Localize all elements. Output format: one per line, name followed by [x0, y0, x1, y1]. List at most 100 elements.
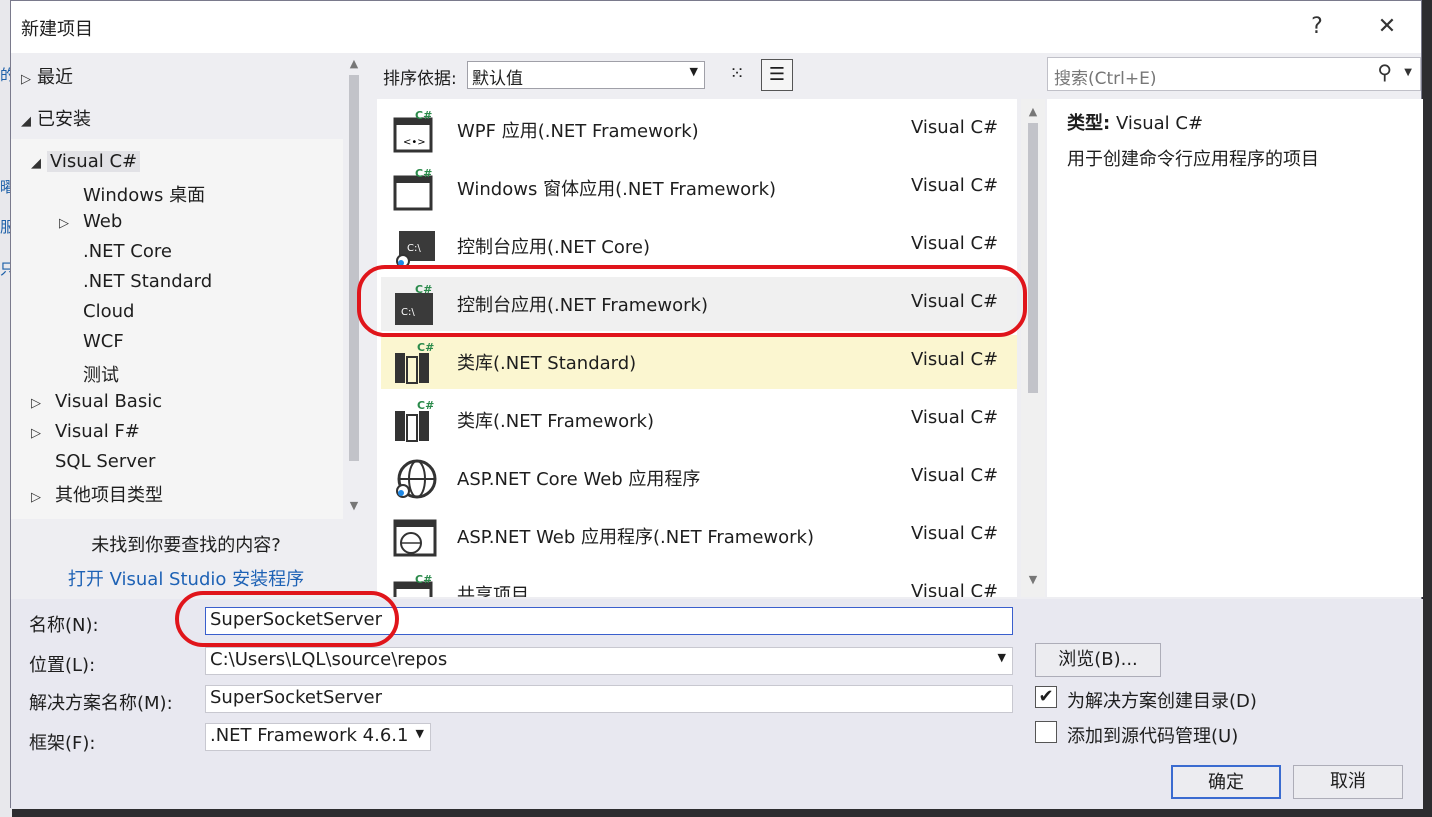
- tree-item-visual-basic[interactable]: ▷ Visual Basic: [31, 391, 162, 412]
- template-aspnet-core-web[interactable]: ASP.NET Core Web 应用程序 Visual C#: [381, 451, 1017, 505]
- template-name: 类库(.NET Framework): [457, 411, 654, 432]
- grid-view-icon[interactable]: ⁙: [721, 59, 753, 91]
- tree-item-web[interactable]: ▷ Web: [59, 211, 122, 232]
- template-name: Windows 窗体应用(.NET Framework): [457, 179, 777, 200]
- svg-text:C#: C#: [417, 341, 434, 354]
- tree-item-visual-fsharp[interactable]: ▷ Visual F#: [31, 421, 140, 442]
- expand-arrow-icon: ▷: [31, 490, 41, 505]
- tree-item-cloud[interactable]: Cloud: [83, 301, 134, 322]
- svg-text:C#: C#: [415, 167, 432, 180]
- console-core-icon: C:\: [396, 231, 435, 268]
- web-globe-icon: [393, 519, 437, 557]
- collapse-arrow-icon: ◢: [31, 156, 41, 171]
- expand-arrow-icon: ▷: [21, 72, 31, 87]
- template-class-library-framework[interactable]: C# 类库(.NET Framework) Visual C#: [381, 393, 1017, 447]
- template-name: 共享项目: [457, 585, 529, 597]
- close-button[interactable]: ✕: [1367, 11, 1407, 43]
- scrollbar-thumb[interactable]: [349, 75, 359, 461]
- sort-select[interactable]: 默认值 ▼: [467, 61, 705, 89]
- expand-arrow-icon: ▷: [31, 426, 41, 441]
- template-aspnet-web-framework[interactable]: ASP.NET Web 应用程序(.NET Framework) Visual …: [381, 509, 1017, 563]
- not-found-text: 未找到你要查找的内容?: [91, 535, 281, 556]
- tree-item-visual-csharp[interactable]: ◢ Visual C#: [31, 151, 141, 172]
- template-class-library-standard[interactable]: C# 类库(.NET Standard) Visual C#: [381, 335, 1017, 389]
- detail-description: 用于创建命令行应用程序的项目: [1067, 149, 1319, 170]
- help-button[interactable]: ?: [1297, 11, 1337, 43]
- svg-text:C#: C#: [415, 573, 432, 586]
- chevron-down-icon: ▼: [997, 651, 1006, 664]
- template-lang: Visual C#: [911, 465, 999, 486]
- framework-label: 框架(F):: [29, 733, 96, 754]
- svg-text:C:\: C:\: [407, 243, 421, 254]
- list-view-icon[interactable]: ☰: [761, 59, 793, 91]
- tree-item-net-standard[interactable]: .NET Standard: [83, 271, 212, 292]
- search-input[interactable]: 搜索(Ctrl+E): [1054, 64, 1157, 89]
- cancel-button[interactable]: 取消: [1293, 765, 1403, 799]
- template-name: 类库(.NET Standard): [457, 353, 637, 374]
- expand-arrow-icon: ▷: [59, 216, 69, 231]
- svg-text:<•>: <•>: [403, 137, 426, 148]
- add-source-control-checkbox[interactable]: [1035, 721, 1057, 743]
- template-name: ASP.NET Web 应用程序(.NET Framework): [457, 527, 814, 548]
- template-name: 控制台应用(.NET Core): [457, 237, 650, 258]
- tree-item-test[interactable]: 测试: [83, 361, 119, 387]
- tree-item-net-core[interactable]: .NET Core: [83, 241, 172, 262]
- tree-item-wcf[interactable]: WCF: [83, 331, 124, 352]
- template-wpf-app[interactable]: C# <•> WPF 应用(.NET Framework) Visual C#: [381, 103, 1017, 157]
- tree-item-windows-desktop[interactable]: Windows 桌面: [83, 181, 205, 207]
- search-box[interactable]: 搜索(Ctrl+E) ⚲ ▼: [1047, 57, 1421, 91]
- tree-item-other-project-types[interactable]: ▷ 其他项目类型: [31, 481, 163, 507]
- scroll-down-icon[interactable]: ▼: [344, 499, 364, 512]
- chevron-down-icon: ▼: [415, 727, 424, 740]
- template-shared-project[interactable]: C# 共享项目 Visual C#: [381, 567, 1017, 597]
- solution-name-field[interactable]: SuperSocketServer: [205, 685, 1013, 713]
- installed-tree: ◢ Visual C# Windows 桌面 ▷ Web .NET Core .NE…: [11, 139, 343, 519]
- class-library-icon: C#: [395, 341, 434, 384]
- dialog-title: 新建项目: [21, 19, 93, 40]
- scrollbar-thumb[interactable]: [1028, 123, 1038, 393]
- create-directory-checkbox[interactable]: ✔: [1035, 686, 1057, 708]
- scroll-up-icon[interactable]: ▲: [1023, 105, 1043, 118]
- template-lang: Visual C#: [911, 407, 999, 428]
- detail-type: 类型: Visual C#: [1067, 113, 1204, 134]
- template-lang: Visual C#: [911, 175, 999, 196]
- template-lang: Visual C#: [911, 581, 999, 597]
- details-pane: 类型: Visual C# 用于创建命令行应用程序的项目: [1047, 99, 1423, 597]
- class-library-icon: C#: [395, 399, 434, 442]
- solution-name-label: 解决方案名称(M):: [29, 693, 173, 714]
- template-name: WPF 应用(.NET Framework): [457, 121, 699, 142]
- scroll-up-icon[interactable]: ▲: [344, 57, 364, 70]
- chevron-down-icon[interactable]: ▼: [1404, 67, 1412, 78]
- location-field[interactable]: C:\Users\LQL\source\repos ▼: [205, 647, 1013, 675]
- browse-button[interactable]: 浏览(B)...: [1035, 643, 1161, 677]
- framework-select[interactable]: .NET Framework 4.6.1 ▼: [205, 723, 431, 751]
- tree-item-sql-server[interactable]: SQL Server: [55, 451, 155, 472]
- template-scrollbar[interactable]: ▲ ▼: [1021, 99, 1045, 597]
- template-lang: Visual C#: [911, 349, 999, 370]
- expand-arrow-icon: ▷: [31, 396, 41, 411]
- location-label: 位置(L):: [29, 655, 96, 676]
- highlight-project-name: [175, 591, 399, 647]
- wpf-app-icon: C# <•>: [393, 109, 433, 153]
- template-lang: Visual C#: [911, 523, 999, 544]
- sort-label: 排序依据:: [383, 69, 457, 89]
- svg-text:C#: C#: [417, 399, 434, 412]
- search-icon[interactable]: ⚲: [1377, 60, 1392, 84]
- new-project-dialog: 新建项目 ? ✕ ▷ 最近 ◢ 已安装 ◢ Visual C# Windows 桌面 …: [10, 0, 1423, 809]
- winforms-app-icon: C#: [393, 167, 433, 211]
- open-installer-link[interactable]: 打开 Visual Studio 安装程序: [11, 565, 361, 591]
- chevron-down-icon: ▼: [689, 65, 698, 78]
- create-directory-label: 为解决方案创建目录(D): [1067, 691, 1257, 712]
- title-bar: 新建项目 ? ✕: [11, 1, 1421, 53]
- tree-item-recent[interactable]: ▷ 最近: [21, 63, 73, 89]
- template-list: C# <•> WPF 应用(.NET Framework) Visual C# C…: [377, 99, 1017, 597]
- highlight-console-framework: [357, 265, 1027, 337]
- tree-item-installed[interactable]: ◢ 已安装: [21, 105, 91, 131]
- ok-button[interactable]: 确定: [1171, 765, 1281, 799]
- scroll-down-icon[interactable]: ▼: [1023, 573, 1043, 586]
- svg-text:C#: C#: [415, 109, 432, 122]
- shared-project-icon: C#: [393, 573, 433, 597]
- template-winforms-app[interactable]: C# Windows 窗体应用(.NET Framework) Visual C…: [381, 161, 1017, 215]
- template-name: ASP.NET Core Web 应用程序: [457, 469, 701, 490]
- template-lang: Visual C#: [911, 117, 999, 138]
